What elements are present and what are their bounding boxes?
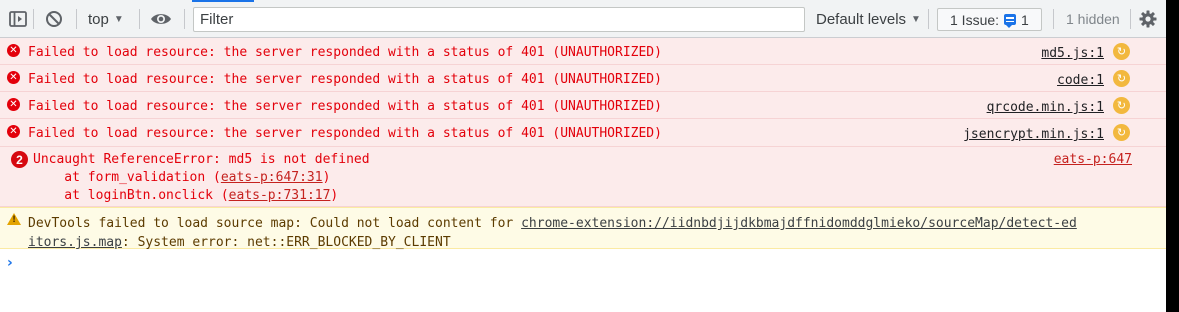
network-replay-icon[interactable]: ↻ — [1113, 97, 1130, 114]
source-link[interactable]: jsencrypt.min.js:1 — [963, 127, 1104, 142]
stack-trace-link[interactable]: eats-p:647:31 — [221, 170, 323, 185]
gear-icon — [1139, 10, 1157, 28]
error-icon: ✕ — [7, 98, 20, 111]
issues-count: 1 — [1021, 11, 1029, 28]
error-icon: ✕ — [7, 125, 20, 138]
uncaught-error-row: Uncaught ReferenceError: md5 is not defi… — [0, 147, 1166, 207]
source-map-link[interactable]: itors.js.map — [28, 235, 122, 250]
warning-message: DevTools failed to load source map: Coul… — [28, 216, 1077, 250]
console-error-row: ✕ Failed to load resource: the server re… — [0, 119, 1166, 147]
chevron-down-icon: ▼ — [113, 13, 124, 25]
warning-icon: ! — [7, 213, 21, 225]
clear-console-button[interactable] — [42, 0, 66, 38]
scrollbar[interactable] — [1166, 0, 1179, 312]
error-icon: ✕ — [7, 71, 20, 84]
source-link[interactable]: qrcode.min.js:1 — [987, 100, 1104, 115]
stack-trace-link[interactable]: eats-p:731:17 — [229, 188, 331, 203]
stack-trace-line: at form_validation (eats-p:647:31) — [33, 170, 331, 185]
active-tab-indicator — [192, 0, 254, 2]
sidebar-icon — [9, 11, 27, 27]
log-levels-dropdown[interactable]: Default levels ▼ — [816, 0, 921, 38]
console-toolbar: top ▼ Default levels ▼ 1 Issue: 1 1 hidd… — [0, 0, 1166, 38]
network-replay-icon[interactable]: ↻ — [1113, 70, 1130, 87]
source-link[interactable]: eats-p:647 — [1054, 152, 1132, 167]
error-message: Failed to load resource: the server resp… — [28, 126, 662, 141]
stack-trace-line: at loginBtn.onclick (eats-p:731:17) — [33, 188, 339, 203]
issues-label: 1 Issue: — [950, 11, 1000, 28]
console-error-row: ✕ Failed to load resource: the server re… — [0, 65, 1166, 92]
clear-icon — [46, 11, 62, 27]
source-link[interactable]: code:1 — [1057, 73, 1104, 88]
console-error-row: ✕ Failed to load resource: the server re… — [0, 38, 1166, 65]
console-prompt-icon[interactable]: › — [7, 255, 13, 271]
toggle-sidebar-button[interactable] — [6, 0, 30, 38]
network-replay-icon[interactable]: ↻ — [1113, 124, 1130, 141]
hidden-label: 1 hidden — [1066, 11, 1120, 27]
context-selector[interactable]: top ▼ — [88, 0, 124, 38]
source-map-link[interactable]: chrome-extension://iidnbdjijdkbmajdffnid… — [521, 216, 1077, 231]
repeat-count-badge: 2 — [11, 151, 28, 168]
context-label: top — [88, 10, 109, 28]
error-message: Failed to load resource: the server resp… — [28, 72, 662, 87]
source-link[interactable]: md5.js:1 — [1041, 46, 1104, 61]
settings-button[interactable] — [1136, 0, 1160, 38]
error-message: Failed to load resource: the server resp… — [28, 99, 662, 114]
chevron-down-icon: ▼ — [911, 13, 921, 25]
error-message: Failed to load resource: the server resp… — [28, 45, 662, 60]
console-warning-row: DevTools failed to load source map: Coul… — [0, 207, 1166, 250]
message-icon — [1004, 14, 1017, 28]
filter-input[interactable] — [193, 7, 805, 32]
error-icon: ✕ — [7, 44, 20, 57]
issues-button[interactable]: 1 Issue: 1 — [937, 8, 1042, 31]
live-expression-button[interactable] — [149, 0, 173, 38]
eye-icon — [151, 14, 171, 24]
network-replay-icon[interactable]: ↻ — [1113, 43, 1130, 60]
hidden-messages-count: 1 hidden — [1066, 0, 1120, 38]
log-levels-label: Default levels — [816, 10, 907, 28]
console-error-row: ✕ Failed to load resource: the server re… — [0, 92, 1166, 119]
uncaught-error-message: Uncaught ReferenceError: md5 is not defi… — [33, 152, 370, 167]
